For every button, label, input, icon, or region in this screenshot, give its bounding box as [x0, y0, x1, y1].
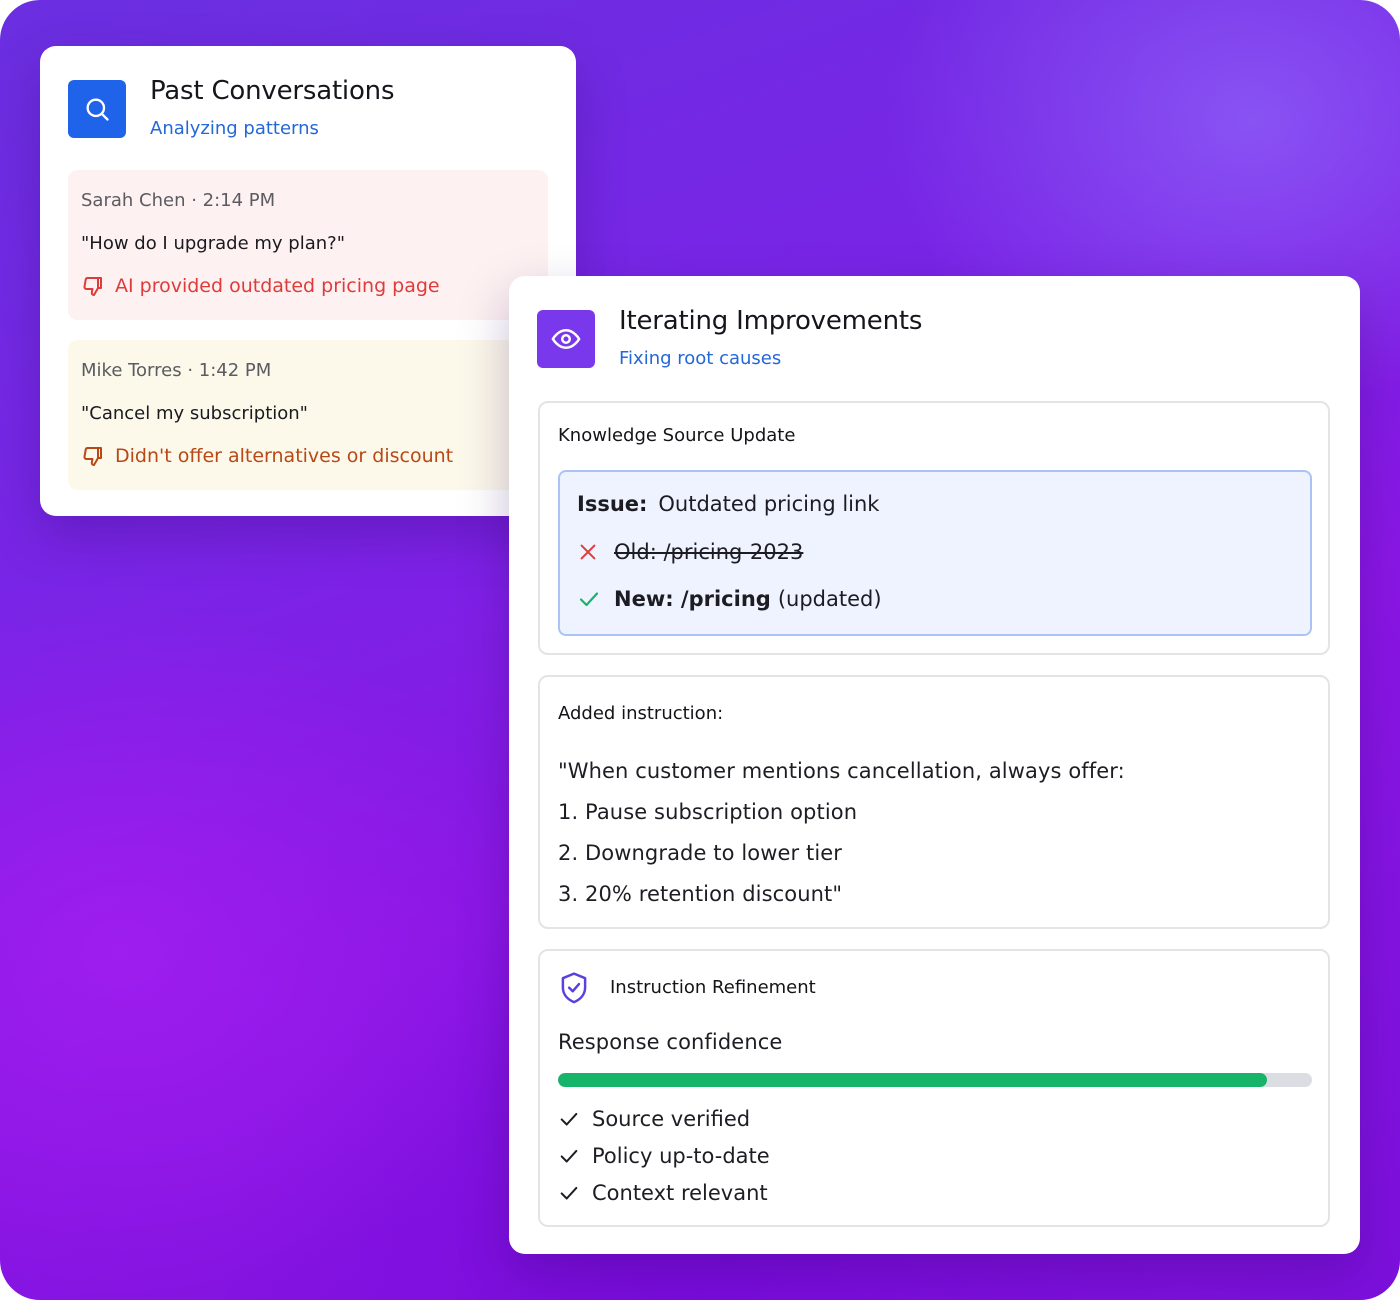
issue-panel: Issue: Outdated pricing link Old: /prici…	[558, 470, 1312, 636]
conversation-meta: Sarah Chen · 2:14 PM	[81, 190, 276, 211]
check-item: Context relevant	[558, 1181, 768, 1205]
check-item-label: Context relevant	[592, 1181, 768, 1205]
check-item-label: Source verified	[592, 1107, 751, 1131]
check-icon	[560, 1112, 578, 1126]
knowledge-source-title: Knowledge Source Update	[558, 425, 796, 446]
knowledge-source-panel: Knowledge Source Update Issue: Outdated …	[538, 401, 1330, 655]
iterating-improvements-card: Iterating Improvements Fixing root cause…	[509, 276, 1360, 1254]
conversation-meta: Mike Torres · 1:42 PM	[81, 360, 272, 381]
new-link-label: New: /pricing	[614, 587, 771, 611]
added-instruction-title: Added instruction:	[558, 703, 724, 724]
eye-icon-tile[interactable]	[537, 310, 595, 368]
new-link-suffix: (updated)	[777, 587, 882, 611]
close-icon	[580, 544, 596, 560]
added-instruction-panel: Added instruction: "When customer mentio…	[538, 675, 1330, 929]
conversation-flag-text: AI provided outdated pricing page	[115, 275, 440, 297]
response-confidence-bar	[558, 1073, 1312, 1087]
check-item: Source verified	[558, 1107, 750, 1131]
past-conversations-subtitle: Analyzing patterns	[150, 118, 319, 139]
check-item: Policy up-to-date	[558, 1144, 770, 1168]
check-icon	[579, 592, 599, 607]
conversation-flag: AI provided outdated pricing page	[81, 274, 440, 298]
instruction-line: 1. Pause subscription option	[558, 800, 858, 824]
response-confidence-fill	[558, 1073, 1267, 1087]
issue-text: Outdated pricing link	[658, 492, 880, 516]
instruction-line: 3. 20% retention discount"	[558, 882, 843, 906]
past-conversations-title: Past Conversations	[150, 76, 395, 106]
new-link-row: New: /pricing (updated)	[577, 587, 882, 611]
search-icon-tile[interactable]	[68, 80, 126, 138]
eye-icon	[551, 329, 581, 349]
conversation-flag: Didn't offer alternatives or discount	[81, 444, 453, 468]
check-icon	[560, 1186, 578, 1200]
shield-check-icon	[561, 972, 587, 1004]
past-conversations-card: Past Conversations Analyzing patterns Sa…	[40, 46, 576, 516]
conversation-quote: "How do I upgrade my plan?"	[81, 233, 345, 254]
conversation-item-mike[interactable]: Mike Torres · 1:42 PM "Cancel my subscri…	[68, 340, 548, 490]
instruction-line: "When customer mentions cancellation, al…	[558, 759, 1125, 783]
iterating-improvements-title: Iterating Improvements	[619, 306, 923, 336]
thumbs-down-icon	[83, 277, 102, 296]
instruction-line: 2. Downgrade to lower tier	[558, 841, 843, 865]
conversation-item-sarah[interactable]: Sarah Chen · 2:14 PM "How do I upgrade m…	[68, 170, 548, 320]
instruction-refinement-title: Instruction Refinement	[610, 977, 816, 998]
old-link-text: Old: /pricing-2023	[614, 540, 804, 564]
check-icon	[560, 1149, 578, 1163]
iterating-improvements-subtitle: Fixing root causes	[619, 348, 782, 369]
old-link-row: Old: /pricing-2023	[577, 540, 803, 564]
issue-row: Issue: Outdated pricing link	[577, 492, 879, 516]
thumbs-down-icon	[83, 447, 102, 466]
instruction-refinement-panel: Instruction Refinement Response confiden…	[538, 949, 1330, 1227]
conversation-quote: "Cancel my subscription"	[81, 403, 308, 424]
conversation-flag-text: Didn't offer alternatives or discount	[115, 445, 454, 467]
search-icon	[86, 98, 109, 121]
check-item-label: Policy up-to-date	[592, 1144, 770, 1168]
issue-label: Issue:	[577, 492, 648, 516]
response-confidence-label: Response confidence	[558, 1030, 783, 1054]
